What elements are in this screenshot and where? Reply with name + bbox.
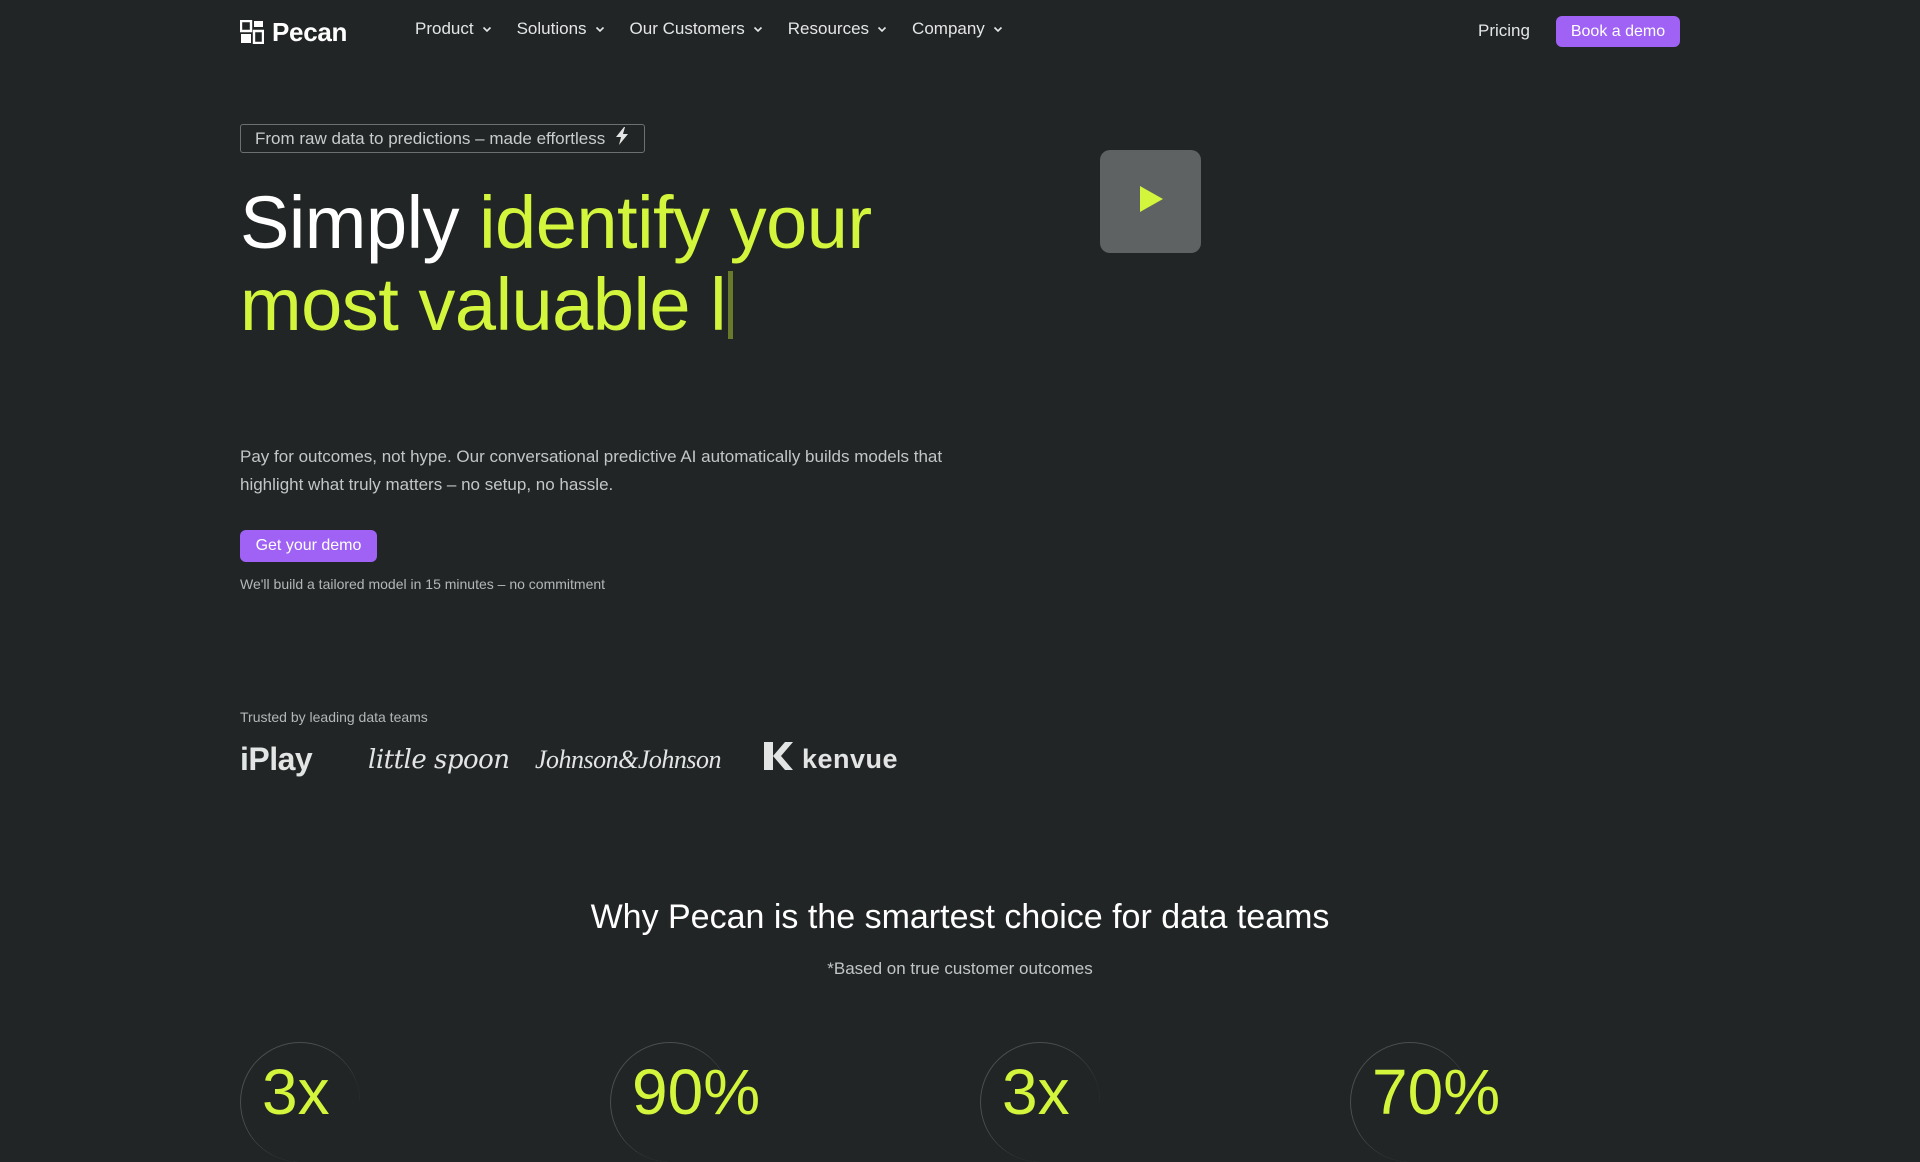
nav-our-customers[interactable]: Our Customers [630, 19, 764, 39]
logo-text: Pecan [272, 16, 348, 47]
book-demo-button[interactable]: Book a demo [1556, 16, 1680, 47]
chevron-down-icon [752, 23, 764, 35]
logo-kenvue: kenvue [762, 740, 898, 779]
stat-value: 3x [1002, 1056, 1070, 1128]
chevron-down-icon [481, 23, 493, 35]
pricing-link[interactable]: Pricing [1478, 21, 1530, 41]
nav-company[interactable]: Company [912, 19, 1004, 39]
stat-card: 90% [610, 1042, 910, 1162]
stat-card: 3x [240, 1042, 540, 1162]
stat-value: 90% [632, 1056, 761, 1128]
nav-solutions[interactable]: Solutions [517, 19, 606, 39]
nav-label: Solutions [516, 19, 587, 38]
pecan-logo-icon [239, 19, 265, 45]
logo-johnson-johnson: Johnson&Johnson [535, 744, 722, 774]
kenvue-k-icon [762, 740, 794, 779]
nav-label: Company [912, 19, 985, 38]
trusted-label: Trusted by leading data teams [240, 709, 428, 725]
chevron-down-icon [594, 23, 606, 35]
stat-value: 3x [262, 1056, 330, 1128]
chevron-down-icon [992, 23, 1004, 35]
lightning-icon [614, 127, 630, 150]
video-play-button[interactable] [1100, 150, 1201, 253]
stat-card: 3x [980, 1042, 1280, 1162]
logo-little-spoon: little spoon [368, 744, 510, 775]
cta-note: We'll build a tailored model in 15 minut… [240, 576, 606, 592]
hero-headline: Simply identify your most valuable l [240, 182, 980, 346]
nav-label: Product [415, 19, 474, 38]
kenvue-text: kenvue [802, 744, 899, 774]
tagline-badge: From raw data to predictions – made effo… [240, 124, 646, 153]
tagline-text: From raw data to predictions – made effo… [255, 128, 606, 148]
why-title: Why Pecan is the smartest choice for dat… [590, 898, 1330, 936]
pecan-logo[interactable]: Pecan [239, 16, 348, 47]
nav-label: Our Customers [629, 19, 745, 38]
logo-iplay: iPlay [240, 741, 313, 777]
typing-cursor [728, 271, 734, 339]
hero-description: Pay for outcomes, not hype. Our conversa… [240, 447, 943, 494]
stat-value: 70% [1372, 1056, 1501, 1128]
nav-label: Resources [787, 19, 870, 38]
headline-white: Simply [240, 181, 480, 264]
stat-card: 70% [1350, 1042, 1650, 1162]
nav-product[interactable]: Product [415, 19, 493, 39]
nav-resources[interactable]: Resources [788, 19, 888, 39]
get-demo-button[interactable]: Get your demo [240, 530, 377, 562]
play-icon [1138, 185, 1164, 218]
customer-logos: iPlay little spoon Johnson&Johnson kenvu… [240, 740, 898, 779]
main-nav: Product Solutions Our Customers Resource… [415, 19, 1004, 39]
chevron-down-icon [876, 23, 888, 35]
why-subtitle: *Based on true customer outcomes [827, 959, 1093, 978]
